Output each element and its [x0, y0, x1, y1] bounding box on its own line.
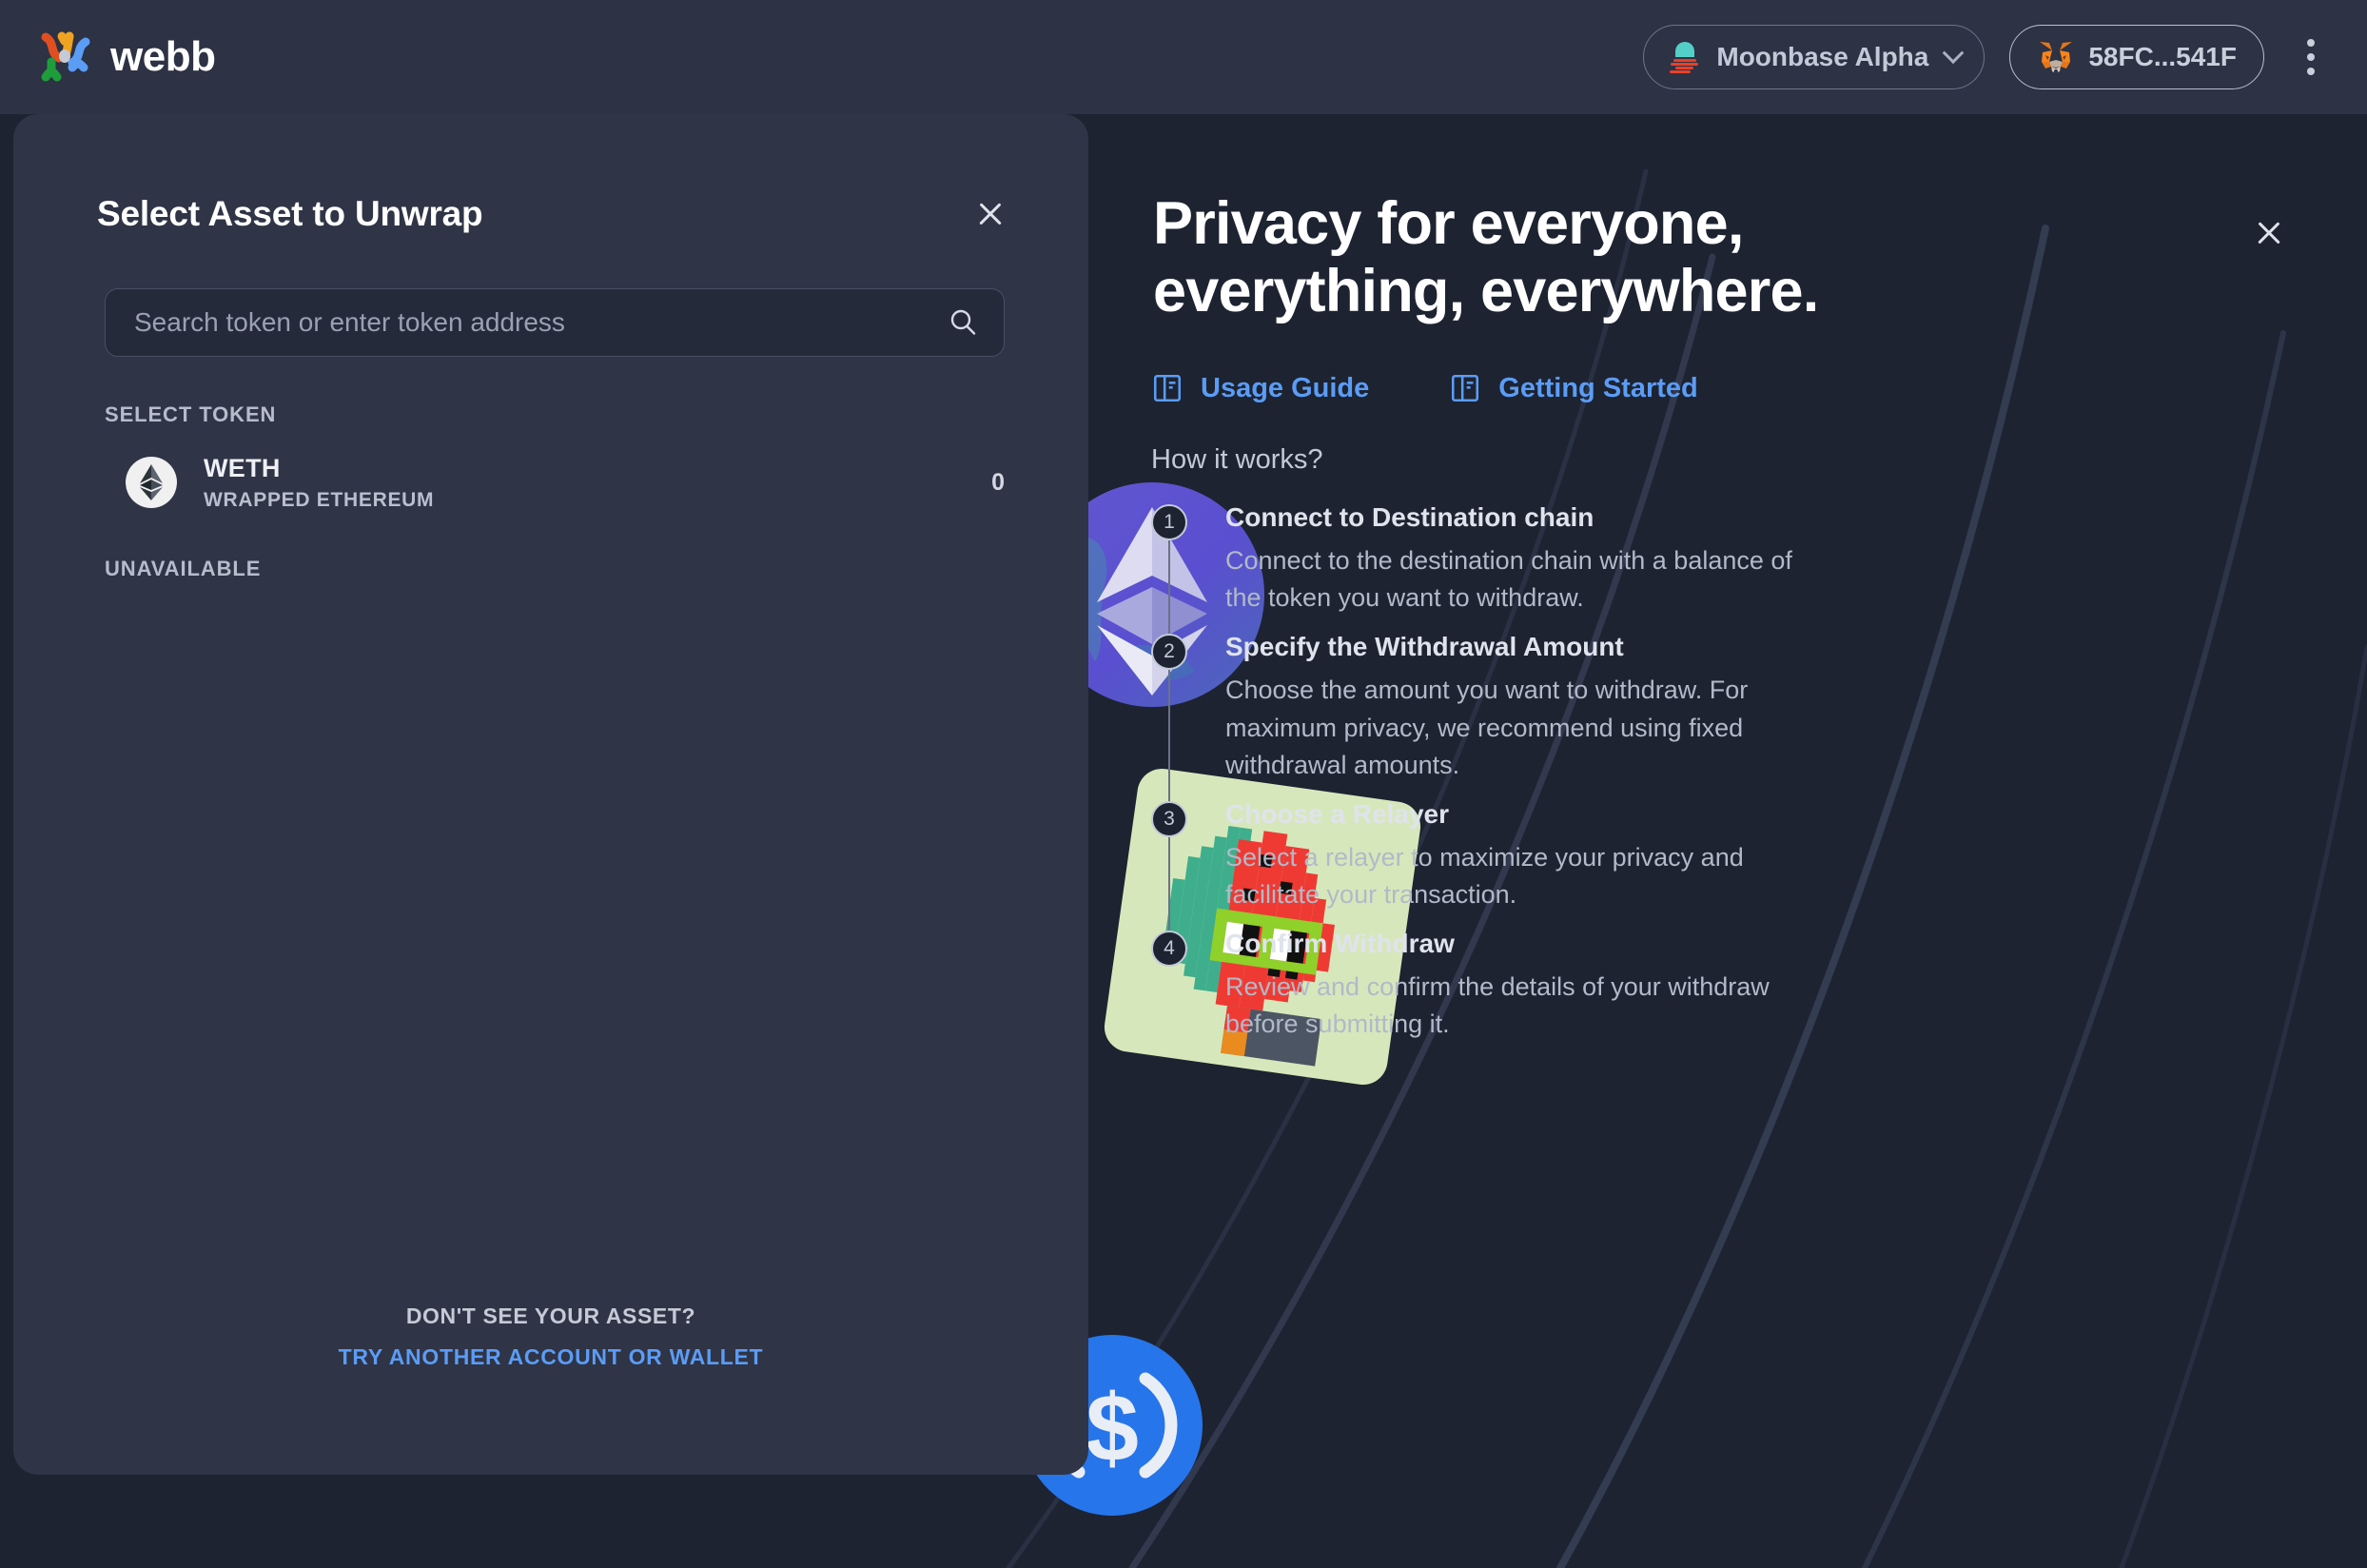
network-label: Moonbase Alpha: [1716, 42, 1929, 71]
wallet-button[interactable]: 58FC...541F: [2009, 25, 2264, 89]
page-title: Privacy for everyone, everything, everyw…: [1153, 190, 2009, 324]
step-description: Select a relayer to maximize your privac…: [1225, 842, 1744, 909]
step-connector: [1168, 836, 1170, 939]
getting-started-label: Getting Started: [1498, 372, 1698, 403]
modal-header: Select Asset to Unwrap: [13, 183, 1088, 245]
token-name: WRAPPED ETHEREUM: [204, 488, 435, 511]
step-item: 4 Confirm Withdraw Review and confirm th…: [1151, 929, 2367, 1058]
token-search-field[interactable]: [105, 288, 1005, 357]
step-description: Connect to the destination chain with a …: [1225, 546, 1792, 613]
how-it-works-heading: How it works?: [1151, 444, 1323, 476]
app-root: $ webb Moonbase Alpha 58FC...541F Select…: [0, 0, 2367, 1568]
wallet-address: 58FC...541F: [2088, 42, 2237, 71]
step-title: Connect to Destination chain: [1225, 502, 1594, 533]
token-balance: 0: [991, 468, 1005, 496]
step-item: 3 Choose a Relayer Select a relayer to m…: [1151, 798, 2367, 939]
token-list-item-weth[interactable]: WETH WRAPPED ETHEREUM 0: [126, 448, 1005, 517]
hero-panel: Privacy for everyone, everything, everyw…: [1151, 114, 2367, 1568]
search-icon[interactable]: [947, 306, 979, 339]
select-asset-modal: Select Asset to Unwrap SELECT TOKEN: [13, 114, 1088, 1475]
no-asset-question: DON'T SEE YOUR ASSET?: [405, 1303, 696, 1328]
modal-close-button[interactable]: [968, 192, 1012, 236]
step-number: 2: [1151, 634, 1187, 671]
step-connector: [1168, 540, 1170, 642]
brand[interactable]: webb: [36, 28, 216, 87]
usage-guide-label: Usage Guide: [1201, 372, 1370, 403]
step-item: 1 Connect to Destination chain Connect t…: [1151, 502, 2367, 642]
metamask-fox-icon: [2037, 39, 2075, 75]
top-bar: webb Moonbase Alpha 58FC...541F: [0, 0, 2367, 114]
step-description: Choose the amount you want to withdraw. …: [1225, 676, 1749, 779]
steps-list: 1 Connect to Destination chain Connect t…: [1151, 502, 2367, 1058]
try-another-account-link[interactable]: TRY ANOTHER ACCOUNT OR WALLET: [13, 1344, 1088, 1370]
search-input[interactable]: [134, 307, 947, 338]
step-item: 2 Specify the Withdrawal Amount Choose t…: [1151, 632, 2367, 809]
brand-name: webb: [110, 33, 216, 80]
kebab-menu-icon[interactable]: [2289, 29, 2333, 86]
select-token-label: SELECT TOKEN: [105, 402, 277, 426]
step-number: 3: [1151, 800, 1187, 837]
unavailable-label: UNAVAILABLE: [105, 557, 262, 580]
token-symbol: WETH: [204, 453, 281, 482]
close-icon: [968, 192, 1012, 236]
webb-logo-icon: [36, 28, 95, 87]
hero-close-button[interactable]: [2245, 209, 2293, 257]
book-icon: [1449, 372, 1481, 404]
step-description: Review and confirm the details of your w…: [1225, 972, 1770, 1039]
book-icon: [1151, 372, 1184, 404]
ethereum-token-icon: [126, 457, 177, 508]
hero-title-line-2: everything, everywhere.: [1153, 257, 1819, 324]
step-number: 1: [1151, 504, 1187, 541]
modal-footer: DON'T SEE YOUR ASSET? TRY ANOTHER ACCOUN…: [13, 1303, 1088, 1370]
step-title: Choose a Relayer: [1225, 798, 1449, 829]
step-connector: [1168, 670, 1170, 809]
top-bar-actions: Moonbase Alpha 58FC...541F: [1643, 25, 2333, 89]
hero-title-line-1: Privacy for everyone,: [1153, 190, 1744, 257]
moonbeam-icon: [1667, 39, 1703, 75]
modal-title: Select Asset to Unwrap: [97, 194, 483, 233]
step-number: 4: [1151, 931, 1187, 968]
network-selector[interactable]: Moonbase Alpha: [1643, 25, 1986, 89]
svg-text:$: $: [1086, 1375, 1139, 1481]
getting-started-link[interactable]: Getting Started: [1449, 372, 1698, 404]
usage-guide-link[interactable]: Usage Guide: [1151, 372, 1369, 404]
step-title: Specify the Withdrawal Amount: [1225, 632, 1624, 662]
hero-links: Usage Guide Getting Started: [1151, 372, 2367, 404]
close-icon: [2245, 209, 2293, 257]
step-title: Confirm Withdraw: [1225, 929, 1455, 959]
chevron-down-icon: [1943, 42, 1965, 65]
token-meta: WETH WRAPPED ETHEREUM: [204, 454, 434, 512]
